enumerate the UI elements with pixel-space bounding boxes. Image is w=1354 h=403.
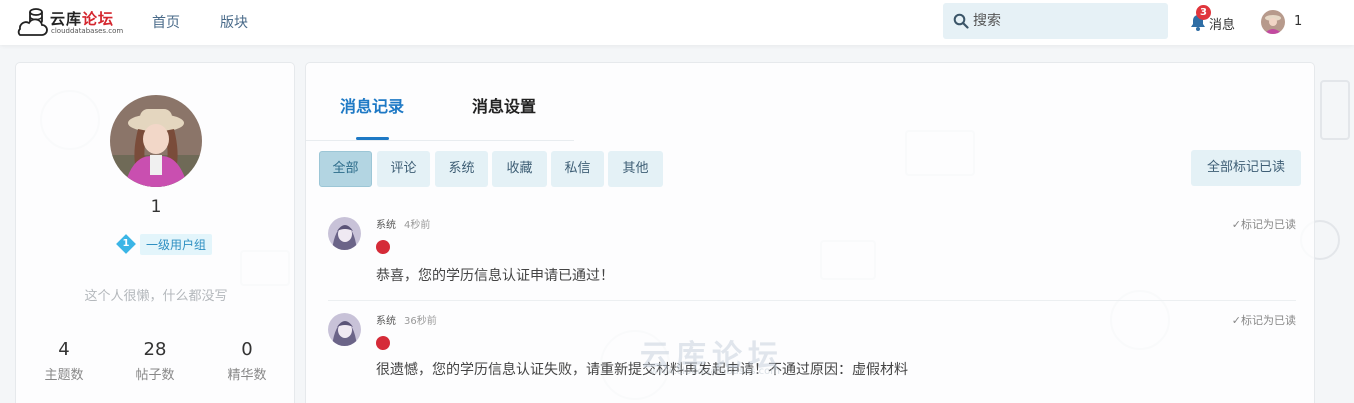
sender-avatar-image <box>328 313 361 346</box>
mark-read-button[interactable]: ✓标记为已读 <box>1232 216 1296 232</box>
filter-comments[interactable]: 评论 <box>377 151 430 187</box>
stat-posts-value: 28 <box>143 339 167 360</box>
profile-name: 1 <box>150 197 162 217</box>
sender-avatar[interactable] <box>328 313 361 346</box>
mark-read-button[interactable]: ✓标记为已读 <box>1232 312 1296 328</box>
nav-home[interactable]: 首页 <box>152 12 180 32</box>
sender-avatar-image <box>328 217 361 250</box>
stat-topics-value: 4 <box>58 339 70 360</box>
stat-posts-label: 帖子数 <box>135 368 175 383</box>
unread-dot-icon <box>376 336 390 350</box>
messages-card: 消息记录 消息设置 全部 评论 系统 收藏 私信 其他 全部标记已读 系统 4秒… <box>305 62 1315 403</box>
avatar-image <box>1261 10 1285 34</box>
user-level-badge: 1 一级用户组 <box>116 233 213 255</box>
level-diamond-icon: 1 <box>116 234 136 254</box>
user-avatar[interactable] <box>1261 10 1285 34</box>
watermark-subtitle: www.clouddatabases.com <box>650 366 780 377</box>
nav-blocks[interactable]: 版块 <box>220 12 248 32</box>
filter-all[interactable]: 全部 <box>319 151 372 187</box>
tab-message-settings[interactable]: 消息设置 <box>472 93 536 117</box>
notifications-button[interactable]: 3 消息 <box>1188 5 1240 36</box>
logo-subtitle: clouddatabases.com <box>51 27 124 35</box>
search-icon <box>953 13 969 29</box>
filter-other[interactable]: 其他 <box>608 151 663 187</box>
message-time: 4秒前 <box>404 220 431 231</box>
stat-essence[interactable]: 0 精华数 <box>207 339 287 383</box>
message-time: 36秒前 <box>404 316 437 327</box>
mark-all-read-button[interactable]: 全部标记已读 <box>1191 150 1301 186</box>
sender-avatar[interactable] <box>328 217 361 250</box>
message-sender[interactable]: 系统 <box>376 216 396 231</box>
tab-message-records[interactable]: 消息记录 <box>340 93 404 117</box>
unread-dot-icon <box>376 240 390 254</box>
stat-essence-label: 精华数 <box>227 368 267 383</box>
tabs-divider <box>306 140 574 141</box>
stat-topics[interactable]: 4 主题数 <box>24 339 104 383</box>
filter-private[interactable]: 私信 <box>551 151 604 187</box>
stat-essence-value: 0 <box>241 339 253 360</box>
active-tab-indicator <box>356 137 389 140</box>
filter-system[interactable]: 系统 <box>435 151 488 187</box>
search-input[interactable] <box>973 3 1158 39</box>
user-name[interactable]: 1 <box>1294 14 1302 29</box>
notifications-label: 消息 <box>1209 18 1236 33</box>
filter-favorites[interactable]: 收藏 <box>492 151 547 187</box>
message-item: 系统 4秒前 恭喜，您的学历信息认证申请已通过！ ✓标记为已读 <box>328 213 1296 301</box>
search-box[interactable] <box>943 3 1168 39</box>
message-sender[interactable]: 系统 <box>376 312 396 327</box>
profile-avatar <box>110 95 202 187</box>
stat-topics-label: 主题数 <box>44 368 84 383</box>
top-navbar: 云库论坛 clouddatabases.com 首页 版块 3 消息 1 <box>0 0 1354 45</box>
level-number: 1 <box>122 238 130 249</box>
message-text: 恭喜，您的学历信息认证申请已通过！ <box>376 268 614 284</box>
message-item: 系统 36秒前 很遗憾，您的学历信息认证失败，请重新提交材料再发起申请！不通过原… <box>328 309 1296 389</box>
stat-posts[interactable]: 28 帖子数 <box>115 339 195 383</box>
profile-bio: 这个人很懒，什么都没写 <box>84 289 228 304</box>
site-logo[interactable]: 云库论坛 clouddatabases.com <box>14 5 123 39</box>
logo-title: 云库论坛 <box>50 10 115 28</box>
profile-card: 1 1 一级用户组 这个人很懒，什么都没写 4 主题数 28 帖子数 0 精华数 <box>15 62 295 403</box>
level-label: 一级用户组 <box>140 233 213 255</box>
cloud-database-icon <box>17 8 48 36</box>
profile-avatar-image <box>110 95 202 187</box>
